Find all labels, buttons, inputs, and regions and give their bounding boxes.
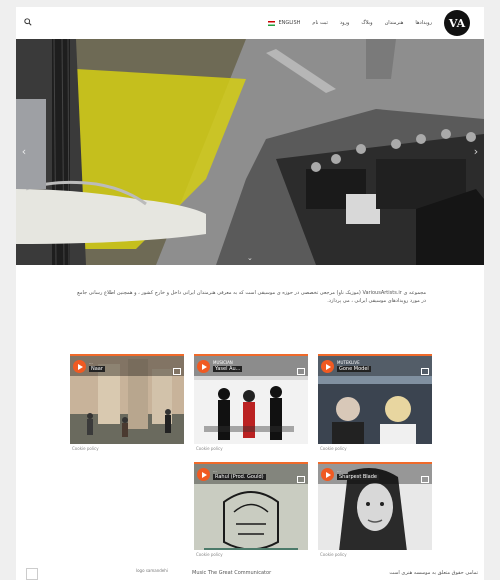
share-icon[interactable] — [297, 476, 305, 483]
card-player-header: MUTEKLIVE Gone Model — [318, 354, 432, 376]
language-label: ENGLISH — [278, 20, 301, 26]
samandehi-logo[interactable]: logo samandehi — [136, 568, 168, 573]
card-subtitle: ... — [213, 468, 217, 473]
card-footer[interactable]: Cookie policy — [194, 444, 308, 454]
nav-item-register[interactable]: ثبت نام — [312, 20, 327, 26]
main-menu: رویدادها هنرمندان وبلاگ ورود ثبت نام ENG… — [268, 7, 432, 39]
card-subtitle: MUSICIAN — [213, 360, 233, 365]
hero-image — [16, 39, 484, 265]
music-card[interactable]: MUTEKLIVE Gone Model Cookie policy — [318, 354, 432, 454]
music-cards-grid: ... Naar Cookie policy MUSICIAN Yasel Au… — [16, 352, 484, 562]
footer-copyright: تمامی حقوق متعلق به موسسه هنری است — [389, 570, 478, 576]
nav-item-blog[interactable]: وبلاگ — [361, 20, 372, 26]
card-title[interactable]: Yasel Au... — [213, 366, 243, 372]
play-icon[interactable] — [321, 360, 334, 373]
card-player-header: ... Naar — [70, 354, 184, 376]
intro-text: مجموعه ی VariousArtists.ir (موزیک ناو) م… — [77, 290, 426, 304]
card-title[interactable]: Sharpest Blade — [337, 474, 380, 480]
card-subtitle: ... — [337, 468, 341, 473]
music-card[interactable]: ... Naar Cookie policy — [70, 354, 184, 454]
card-subtitle: MUTEKLIVE — [337, 360, 360, 365]
share-icon[interactable] — [173, 368, 181, 375]
flag-icon — [268, 20, 276, 26]
slider-next-icon[interactable]: › — [470, 143, 482, 159]
share-icon[interactable] — [421, 368, 429, 375]
scroll-top-button[interactable] — [26, 568, 38, 580]
music-card[interactable]: ... Rahul (Prod. Gould) Cookie policy — [194, 462, 308, 560]
search-icon[interactable] — [24, 18, 32, 26]
hero-slider[interactable]: ‹ › ⌄ — [16, 39, 484, 265]
card-title[interactable]: Naar — [89, 366, 105, 372]
card-title[interactable]: Rahul (Prod. Gould) — [213, 474, 266, 480]
card-footer[interactable]: Cookie policy — [70, 444, 184, 454]
card-footer[interactable]: Cookie policy — [318, 550, 432, 560]
music-card[interactable]: ... Sharpest Blade Cookie policy — [318, 462, 432, 560]
card-title[interactable]: Gone Model — [337, 366, 371, 372]
nav-item-login[interactable]: ورود — [340, 20, 349, 26]
play-icon[interactable] — [73, 360, 86, 373]
card-player-header: ... Sharpest Blade — [318, 462, 432, 484]
card-subtitle: ... — [89, 360, 93, 365]
play-icon[interactable] — [321, 468, 334, 481]
card-footer[interactable]: Cookie policy — [194, 550, 308, 560]
share-icon[interactable] — [297, 368, 305, 375]
language-switch[interactable]: ENGLISH — [268, 20, 300, 26]
music-card[interactable]: MUSICIAN Yasel Au... Cookie policy — [194, 354, 308, 454]
play-icon[interactable] — [197, 468, 210, 481]
site-logo[interactable]: VA — [444, 10, 470, 36]
play-icon[interactable] — [197, 360, 210, 373]
share-icon[interactable] — [421, 476, 429, 483]
card-player-header: ... Rahul (Prod. Gould) — [194, 462, 308, 484]
scroll-down-icon[interactable]: ⌄ — [247, 254, 253, 262]
card-footer[interactable]: Cookie policy — [318, 444, 432, 454]
card-player-header: MUSICIAN Yasel Au... — [194, 354, 308, 376]
nav-item-artists[interactable]: هنرمندان — [385, 20, 404, 26]
footer-slogan: Music The Great Communicator — [192, 570, 272, 576]
top-navigation-bar: VA رویدادها هنرمندان وبلاگ ورود ثبت نام … — [16, 7, 484, 40]
footer: logo samandehi Music The Great Communica… — [16, 568, 484, 580]
slider-prev-icon[interactable]: ‹ — [18, 143, 30, 159]
nav-item-events[interactable]: رویدادها — [415, 20, 432, 26]
page: VA رویدادها هنرمندان وبلاگ ورود ثبت نام … — [16, 7, 484, 580]
